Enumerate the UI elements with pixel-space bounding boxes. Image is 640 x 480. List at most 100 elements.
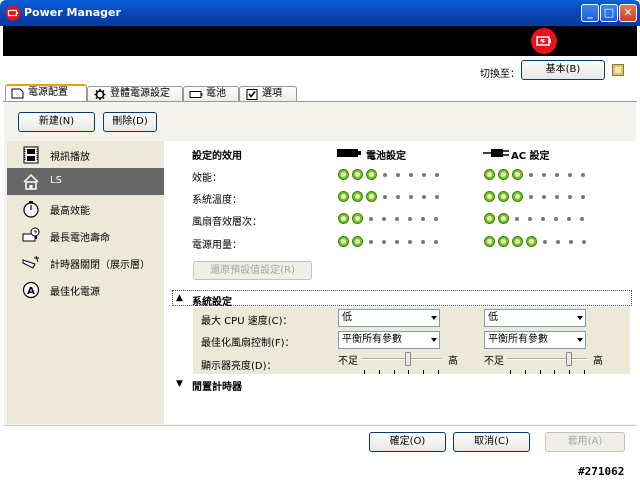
tab-power-plans[interactable]: 電源配置 bbox=[5, 84, 87, 102]
power-manager-icon bbox=[5, 5, 21, 21]
brightness-ac-slider[interactable] bbox=[507, 352, 589, 374]
select-value: 低 bbox=[488, 312, 498, 323]
rating-dot-empty bbox=[396, 195, 400, 199]
chevron-down-icon[interactable] bbox=[575, 333, 584, 347]
plan-item-timer-off[interactable]: 計時器關閉（展示層） bbox=[7, 249, 164, 276]
rating-dot-empty bbox=[529, 195, 533, 199]
slider-tick bbox=[569, 370, 570, 374]
chevron-down-icon[interactable] bbox=[575, 311, 584, 325]
rating-dot-empty bbox=[582, 240, 586, 244]
rating-dot-filled bbox=[366, 191, 377, 202]
chevron-down-icon[interactable] bbox=[429, 333, 438, 347]
effect-label-power: 電源用量： bbox=[192, 240, 242, 251]
help-icon[interactable] bbox=[612, 64, 624, 76]
rating-dot-empty bbox=[529, 173, 533, 177]
new-plan-button[interactable]: 新建(N) bbox=[18, 112, 95, 132]
rating-dot-empty bbox=[383, 195, 387, 199]
brightness-battery-slider[interactable] bbox=[361, 352, 443, 374]
select-value: 平衡所有參數 bbox=[488, 334, 548, 345]
tab-battery[interactable]: 電池 bbox=[183, 86, 239, 102]
slider-tick bbox=[510, 370, 511, 374]
plan-label: 計時器關閉（展示層） bbox=[50, 260, 150, 271]
apply-button[interactable]: 套用(A) bbox=[545, 432, 625, 452]
fan-control-ac-select[interactable]: 平衡所有參數 bbox=[484, 331, 586, 349]
tab-global-power[interactable]: 登體電源設定 bbox=[87, 86, 183, 102]
rating-dot-empty bbox=[581, 195, 585, 199]
rating-dot-filled bbox=[352, 169, 363, 180]
minimize-button[interactable]: _ bbox=[581, 4, 599, 22]
idle-timers-heading[interactable]: 閒置計時器 bbox=[192, 378, 242, 393]
brightness-ac-low: 不足 bbox=[484, 356, 504, 367]
rating-dot-filled bbox=[338, 236, 349, 247]
chevron-down-icon[interactable]: ▼ bbox=[176, 379, 183, 389]
rating-dot-empty bbox=[382, 217, 386, 221]
tab-label: 電源配置 bbox=[28, 87, 68, 98]
chevron-down-icon[interactable] bbox=[429, 311, 438, 325]
maximize-button[interactable]: □ bbox=[600, 4, 618, 22]
brightness-label: 顯示器亮度(D)： bbox=[201, 361, 277, 372]
rating-dot-filled bbox=[338, 191, 349, 202]
ok-button[interactable]: 確定(O) bbox=[369, 432, 446, 452]
title-bar: Power Manager _ □ ✕ bbox=[0, 0, 640, 26]
timer-off-icon bbox=[22, 255, 39, 269]
slider-thumb[interactable] bbox=[566, 352, 572, 366]
rating-dot-empty bbox=[554, 217, 558, 221]
battery-clock-icon bbox=[22, 227, 40, 242]
plan-item-max-battery[interactable]: 最長電池壽命 bbox=[7, 222, 164, 249]
power-plan-icon bbox=[11, 88, 24, 99]
plan-item-ls[interactable]: LS bbox=[7, 168, 164, 195]
rating-dot-empty bbox=[434, 217, 438, 221]
rating-dot-filled bbox=[498, 236, 509, 247]
rating-dot-filled bbox=[512, 169, 523, 180]
tab-label: 電池 bbox=[206, 88, 226, 99]
plan-item-video[interactable]: 視訊播放 bbox=[7, 141, 164, 168]
system-settings-header[interactable] bbox=[172, 290, 632, 306]
slider-tick bbox=[540, 370, 541, 374]
rating-dot-empty bbox=[542, 195, 546, 199]
watermark: #271062 bbox=[578, 465, 625, 478]
slider-tick bbox=[525, 370, 526, 374]
slider-tick bbox=[438, 370, 439, 374]
select-value: 低 bbox=[342, 312, 352, 323]
rating-dot-empty bbox=[369, 217, 373, 221]
cancel-button[interactable]: 取消(C) bbox=[453, 432, 530, 452]
slider-tick bbox=[423, 370, 424, 374]
ac-settings-heading: AC 設定 bbox=[511, 151, 550, 162]
slider-track bbox=[361, 358, 441, 360]
rating-dot-empty bbox=[543, 240, 547, 244]
select-value: 平衡所有參數 bbox=[342, 334, 402, 345]
chevron-up-icon[interactable]: ▲ bbox=[176, 293, 183, 303]
basic-mode-button[interactable]: 基本(B) bbox=[521, 60, 605, 80]
delete-plan-button[interactable]: 刪除(D) bbox=[103, 112, 157, 132]
plan-item-optimized[interactable]: A 最佳化電源 bbox=[7, 276, 164, 303]
rating-dot-filled bbox=[352, 213, 363, 224]
effect-label-fan: 風扇音效層次： bbox=[192, 217, 262, 228]
rating-dot-filled bbox=[498, 191, 509, 202]
slider-thumb[interactable] bbox=[405, 352, 411, 366]
tab-options[interactable]: 選項 bbox=[239, 86, 297, 102]
rating-dot-filled bbox=[498, 169, 509, 180]
effects-heading: 設定的效用 bbox=[192, 151, 242, 162]
rating-dot-empty bbox=[369, 240, 373, 244]
cpu-speed-ac-select[interactable]: 低 bbox=[484, 309, 586, 327]
rating-dot-empty bbox=[408, 240, 412, 244]
power-plan-list[interactable]: 視訊播放 LS 最高效能 最長電池壽命 計時器關閉（展示層） A 最佳化電源 bbox=[7, 141, 164, 424]
plan-item-max-performance[interactable]: 最高效能 bbox=[7, 195, 164, 222]
slider-tick bbox=[554, 370, 555, 374]
auto-power-icon: A bbox=[22, 281, 40, 299]
plan-label: 最佳化電源 bbox=[50, 287, 100, 298]
rating-dot-empty bbox=[409, 173, 413, 177]
close-button[interactable]: ✕ bbox=[619, 4, 637, 22]
effect-label-temperature: 系統溫度： bbox=[192, 195, 242, 206]
rating-dot-empty bbox=[408, 217, 412, 221]
slider-track bbox=[507, 358, 587, 360]
rating-dot-empty bbox=[581, 173, 585, 177]
cpu-speed-battery-select[interactable]: 低 bbox=[338, 309, 440, 327]
restore-defaults-button[interactable]: 還原預設值設定(R) bbox=[193, 261, 312, 280]
switch-to-label: 切換至： bbox=[480, 69, 520, 80]
rating-dot-filled bbox=[484, 191, 495, 202]
system-settings-heading: 系統設定 bbox=[192, 297, 232, 308]
brightness-battery-low: 不足 bbox=[338, 356, 358, 367]
fan-control-battery-select[interactable]: 平衡所有參數 bbox=[338, 331, 440, 349]
rating-dot-filled bbox=[498, 213, 509, 224]
